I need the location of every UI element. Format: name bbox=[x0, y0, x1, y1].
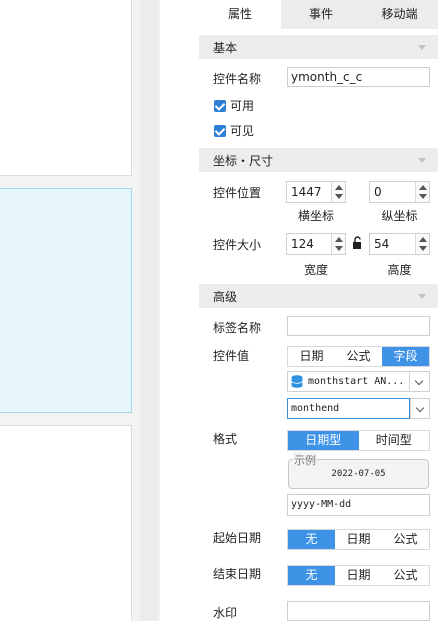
arrow-down-icon[interactable] bbox=[419, 194, 427, 199]
control-value-mode-segmented: 日期 公式 字段 bbox=[287, 346, 430, 367]
arrow-up-icon[interactable] bbox=[335, 185, 343, 190]
width-caption: 宽度 bbox=[303, 263, 328, 277]
chevron-down-icon bbox=[418, 157, 426, 163]
value-mode-formula[interactable]: 公式 bbox=[335, 347, 382, 366]
arrow-down-icon[interactable] bbox=[335, 194, 343, 199]
format-type-time[interactable]: 时间型 bbox=[359, 431, 430, 450]
format-label: 格式 bbox=[213, 432, 238, 446]
visible-checkbox[interactable]: 可见 bbox=[214, 122, 254, 139]
start-date-label: 起始日期 bbox=[213, 531, 262, 545]
size-label: 控件大小 bbox=[213, 238, 262, 252]
y-value: 0 bbox=[374, 185, 382, 199]
checkbox-checked-icon bbox=[214, 124, 226, 137]
width-value: 124 bbox=[291, 237, 314, 251]
arrow-down-icon[interactable] bbox=[419, 246, 427, 251]
format-type-segmented: 日期型 时间型 bbox=[287, 430, 430, 451]
tag-name-input[interactable] bbox=[287, 316, 430, 336]
design-canvas[interactable] bbox=[0, 0, 160, 621]
height-stepper[interactable]: 54 bbox=[369, 233, 430, 255]
height-stepper-arrows[interactable] bbox=[415, 234, 429, 254]
control-name-input[interactable]: ymonth_c_c bbox=[287, 67, 430, 87]
height-value: 54 bbox=[374, 237, 390, 251]
format-example-box: 示例 2022-07-05 bbox=[288, 452, 429, 489]
end-mode-date[interactable]: 日期 bbox=[335, 566, 382, 585]
canvas-widget-top[interactable] bbox=[0, 0, 132, 176]
arrow-up-icon[interactable] bbox=[335, 237, 343, 242]
section-position-title: 坐标・尺寸 bbox=[213, 153, 274, 168]
y-stepper-arrows[interactable] bbox=[415, 182, 429, 202]
visible-label: 可见 bbox=[230, 124, 255, 138]
y-caption: 纵坐标 bbox=[381, 209, 418, 223]
control-value-label: 控件值 bbox=[213, 349, 250, 363]
end-mode-none[interactable]: 无 bbox=[288, 566, 335, 585]
start-mode-formula[interactable]: 公式 bbox=[382, 530, 429, 549]
property-panel: 属性 事件 移动端 基本 控件名称 ymonth_c_c 可用 可见 坐标・尺寸… bbox=[199, 0, 438, 621]
y-stepper[interactable]: 0 bbox=[369, 181, 430, 203]
section-advanced-title: 高级 bbox=[213, 289, 238, 304]
control-name-label: 控件名称 bbox=[213, 72, 262, 86]
tab-events[interactable]: 事件 bbox=[281, 0, 361, 29]
end-date-label: 结束日期 bbox=[213, 567, 262, 581]
field-start-value: monthstart AN... bbox=[308, 376, 405, 387]
canvas-scroll-strip bbox=[140, 0, 158, 621]
format-example-value: 2022-07-05 bbox=[331, 469, 386, 479]
field-end-input[interactable]: monthend bbox=[287, 398, 410, 419]
chevron-down-icon[interactable] bbox=[409, 372, 429, 391]
tag-name-label: 标签名称 bbox=[213, 321, 262, 335]
width-stepper[interactable]: 124 bbox=[286, 233, 346, 255]
arrow-up-icon[interactable] bbox=[419, 185, 427, 190]
section-basic-header[interactable]: 基本 bbox=[199, 35, 438, 59]
x-stepper[interactable]: 1447 bbox=[286, 181, 346, 203]
end-mode-formula[interactable]: 公式 bbox=[382, 566, 429, 585]
field-end-combo: monthend bbox=[287, 398, 430, 419]
format-example-legend: 示例 bbox=[293, 452, 317, 468]
value-mode-field[interactable]: 字段 bbox=[382, 347, 429, 366]
x-caption: 横坐标 bbox=[297, 209, 334, 223]
watermark-input[interactable] bbox=[287, 601, 430, 621]
start-mode-none[interactable]: 无 bbox=[288, 530, 335, 549]
chevron-down-icon[interactable] bbox=[410, 398, 430, 419]
value-mode-date[interactable]: 日期 bbox=[288, 347, 335, 366]
section-position-header[interactable]: 坐标・尺寸 bbox=[199, 148, 438, 172]
tab-properties[interactable]: 属性 bbox=[199, 0, 281, 29]
panel-tabs: 属性 事件 移动端 bbox=[199, 0, 438, 29]
section-advanced-header[interactable]: 高级 bbox=[199, 284, 438, 308]
unlock-icon[interactable] bbox=[352, 236, 363, 253]
watermark-label: 水印 bbox=[213, 606, 238, 620]
enabled-checkbox[interactable]: 可用 bbox=[214, 97, 254, 114]
section-basic-title: 基本 bbox=[213, 40, 238, 55]
database-icon bbox=[291, 375, 303, 395]
arrow-down-icon[interactable] bbox=[335, 246, 343, 251]
chevron-down-icon bbox=[418, 44, 426, 50]
field-start-select[interactable]: monthstart AN... bbox=[287, 371, 430, 392]
height-caption: 高度 bbox=[387, 263, 412, 277]
format-type-date[interactable]: 日期型 bbox=[288, 431, 359, 450]
canvas-widget-selected[interactable] bbox=[0, 188, 132, 413]
canvas-widget-bottom[interactable] bbox=[0, 425, 132, 621]
x-stepper-arrows[interactable] bbox=[331, 182, 345, 202]
start-date-mode-segmented: 无 日期 公式 bbox=[287, 529, 430, 550]
start-mode-date[interactable]: 日期 bbox=[335, 530, 382, 549]
enabled-label: 可用 bbox=[230, 99, 255, 113]
tab-mobile[interactable]: 移动端 bbox=[361, 0, 438, 29]
end-date-mode-segmented: 无 日期 公式 bbox=[287, 565, 430, 586]
x-value: 1447 bbox=[291, 185, 322, 199]
chevron-down-icon bbox=[418, 293, 426, 299]
checkbox-checked-icon bbox=[214, 99, 226, 112]
arrow-up-icon[interactable] bbox=[419, 237, 427, 242]
format-pattern-input[interactable]: yyyy-MM-dd bbox=[287, 494, 430, 516]
width-stepper-arrows[interactable] bbox=[331, 234, 345, 254]
position-label: 控件位置 bbox=[213, 186, 262, 200]
